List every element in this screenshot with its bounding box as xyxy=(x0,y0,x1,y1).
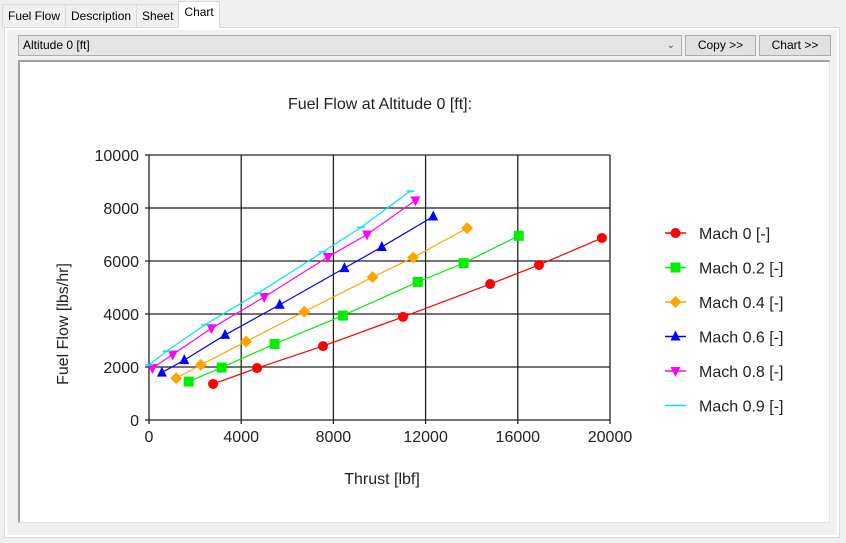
series-mach-0-6 xyxy=(156,210,439,377)
data-point xyxy=(259,293,270,304)
chart-button[interactable]: Chart >> xyxy=(759,35,831,56)
altitude-selector-value: Altitude 0 [ft] xyxy=(23,38,90,52)
y-tick-label: 8000 xyxy=(103,201,139,218)
data-point xyxy=(156,366,167,377)
series-line xyxy=(188,235,519,383)
legend-label: Mach 0.6 [-] xyxy=(699,330,783,347)
data-point xyxy=(298,305,311,318)
data-point xyxy=(458,258,469,269)
data-point xyxy=(179,354,190,365)
tab-description[interactable]: Description xyxy=(65,4,138,28)
legend-label: Mach 0.2 [-] xyxy=(699,261,783,278)
panel-inner: Altitude 0 [ft] ⌄ Copy >> Chart >> Fuel … xyxy=(7,30,837,535)
data-point xyxy=(366,271,379,284)
tab-bar: Fuel Flow Description Sheet Chart xyxy=(2,1,220,28)
chart-title: Fuel Flow at Altitude 0 [ft]: xyxy=(288,96,472,113)
data-point xyxy=(170,372,183,385)
x-tick-label: 8000 xyxy=(316,429,352,446)
data-point xyxy=(216,362,227,373)
x-axis-label: Thrust [lbf] xyxy=(344,471,420,488)
series-mach-0-4 xyxy=(170,222,474,385)
legend-item: Mach 0 [-] xyxy=(665,226,770,243)
data-point xyxy=(183,376,194,387)
x-tick-label: 12000 xyxy=(403,429,448,446)
legend-marker xyxy=(670,262,681,273)
data-point xyxy=(167,350,178,361)
legend-label: Mach 0 [-] xyxy=(699,226,770,243)
data-point xyxy=(513,230,524,241)
data-point xyxy=(194,358,207,371)
data-point xyxy=(534,259,545,270)
legend-marker xyxy=(670,228,681,238)
data-point xyxy=(376,240,387,251)
data-point xyxy=(274,298,285,309)
legend-item: Mach 0.4 [-] xyxy=(665,295,783,312)
y-axis-label: Fuel Flow [lbs/hr] xyxy=(55,263,72,385)
series-line xyxy=(161,215,434,374)
y-tick-label: 4000 xyxy=(103,307,139,324)
tab-chart[interactable]: Chart xyxy=(178,1,220,28)
legend-item: Mach 0.8 [-] xyxy=(665,364,783,381)
chart-tab-panel: Altitude 0 [ft] ⌄ Copy >> Chart >> Fuel … xyxy=(4,27,840,538)
y-tick-label: 6000 xyxy=(103,254,139,271)
x-tick-label: 16000 xyxy=(496,429,541,446)
data-point xyxy=(339,262,350,273)
series-mach-0-2 xyxy=(183,230,524,387)
legend-label: Mach 0.8 [-] xyxy=(699,364,783,381)
data-point xyxy=(337,310,348,321)
x-tick-label: 20000 xyxy=(588,429,633,446)
data-point xyxy=(412,276,423,287)
y-tick-label: 0 xyxy=(130,413,139,430)
y-tick-label: 10000 xyxy=(95,148,140,165)
data-point xyxy=(461,222,474,235)
x-tick-label: 4000 xyxy=(223,429,259,446)
tab-fuel-flow[interactable]: Fuel Flow xyxy=(2,4,67,28)
data-point xyxy=(208,378,219,389)
legend-label: Mach 0.4 [-] xyxy=(699,295,783,312)
data-point xyxy=(206,324,217,335)
data-point xyxy=(428,210,439,221)
series-mach-0-8 xyxy=(147,196,421,375)
legend-item: Mach 0.2 [-] xyxy=(665,261,783,278)
data-point xyxy=(252,363,263,374)
series-line xyxy=(175,227,468,379)
data-point xyxy=(269,338,280,349)
data-point xyxy=(318,341,329,352)
chevron-down-icon: ⌄ xyxy=(666,40,675,51)
y-tick-label: 2000 xyxy=(103,360,139,377)
legend-label: Mach 0.9 [-] xyxy=(699,399,783,416)
data-point xyxy=(407,251,420,264)
data-point xyxy=(362,230,373,241)
legend-item: Mach 0.9 [-] xyxy=(665,399,783,416)
legend-marker xyxy=(670,330,681,341)
legend-marker xyxy=(670,367,681,377)
data-point xyxy=(485,279,496,290)
fuel-flow-chart: Fuel Flow at Altitude 0 [ft]: Thrust [lb… xyxy=(55,96,783,488)
chart-area: Fuel Flow at Altitude 0 [ft]: Thrust [lb… xyxy=(18,60,830,523)
data-point xyxy=(398,311,409,322)
series-line xyxy=(152,199,416,369)
copy-button[interactable]: Copy >> xyxy=(685,35,756,56)
legend-marker xyxy=(669,296,682,308)
tab-sheet[interactable]: Sheet xyxy=(136,4,180,28)
data-point xyxy=(410,196,421,207)
x-tick-label: 0 xyxy=(145,429,154,446)
legend-item: Mach 0.6 [-] xyxy=(665,330,783,347)
data-point xyxy=(596,232,607,243)
data-point xyxy=(220,328,231,339)
altitude-selector[interactable]: Altitude 0 [ft] ⌄ xyxy=(18,35,682,56)
